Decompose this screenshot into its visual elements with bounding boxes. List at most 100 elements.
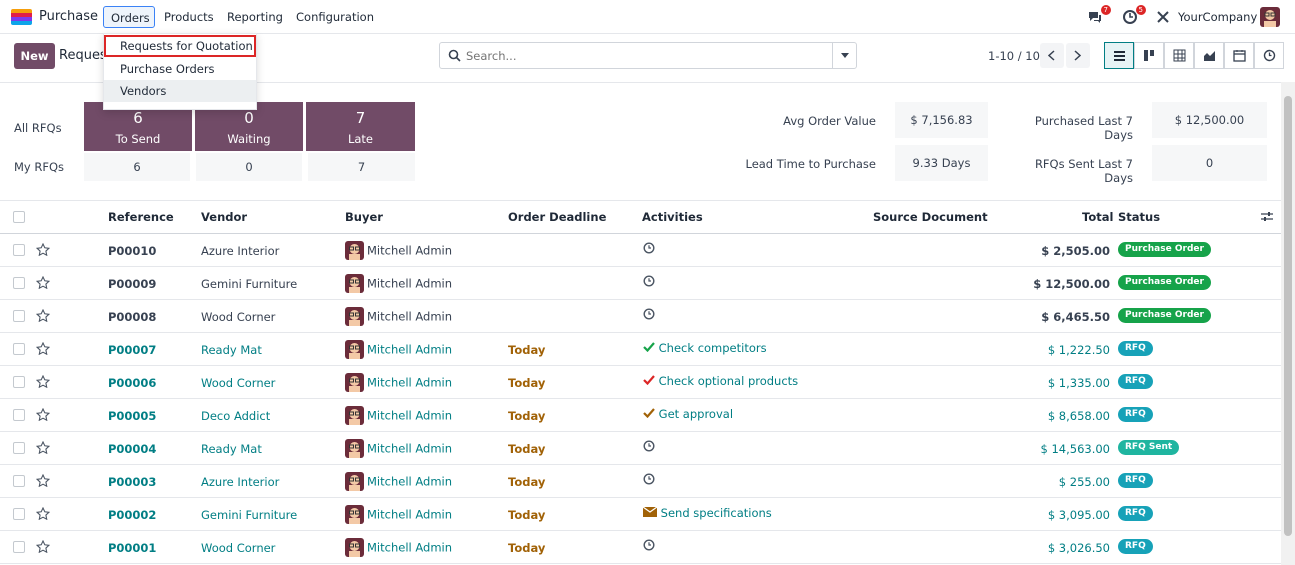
table-row[interactable]: P00007 Ready Mat Mitchell Admin Today Check… xyxy=(0,333,1281,366)
row-vendor[interactable]: Ready Mat xyxy=(201,343,262,357)
table-row[interactable]: P00009 Gemini Furniture Mitchell Admin $ 12… xyxy=(0,267,1281,300)
table-row[interactable]: P00005 Deco Addict Mitchell Admin Today Get… xyxy=(0,399,1281,432)
col-reference[interactable]: Reference xyxy=(108,210,174,224)
row-reference[interactable]: P00008 xyxy=(108,310,156,324)
pager-previous[interactable] xyxy=(1040,43,1064,68)
col-source-document[interactable]: Source Document xyxy=(873,210,988,224)
row-reference[interactable]: P00001 xyxy=(108,541,156,555)
vertical-scrollbar[interactable] xyxy=(1281,82,1295,565)
search-options-toggle[interactable] xyxy=(832,43,856,68)
star-icon[interactable] xyxy=(36,441,50,454)
my-to-send[interactable]: 6 xyxy=(84,153,190,181)
tile-late[interactable]: 7 Late xyxy=(306,102,415,151)
row-checkbox[interactable] xyxy=(13,277,25,289)
pager-next[interactable] xyxy=(1066,43,1090,68)
table-row[interactable]: P00010 Azure Interior Mitchell Admin $ 2,50… xyxy=(0,234,1281,267)
activity-summary[interactable]: Get approval xyxy=(643,407,733,421)
row-buyer[interactable]: Mitchell Admin xyxy=(345,340,452,359)
row-buyer[interactable]: Mitchell Admin xyxy=(345,538,452,557)
user-avatar[interactable] xyxy=(1260,7,1280,27)
row-buyer[interactable]: Mitchell Admin xyxy=(345,307,452,326)
row-reference[interactable]: P00005 xyxy=(108,409,156,423)
col-total[interactable]: Total xyxy=(1082,210,1113,224)
view-calendar[interactable] xyxy=(1224,42,1254,69)
activity-label[interactable]: Check optional products xyxy=(659,374,799,388)
row-checkbox[interactable] xyxy=(13,442,25,454)
menu-products[interactable]: Products xyxy=(164,10,214,24)
activity-summary[interactable]: Send specifications xyxy=(642,506,772,520)
optional-columns-icon[interactable] xyxy=(1261,211,1273,222)
star-icon[interactable] xyxy=(36,309,50,322)
table-row[interactable]: P00004 Ready Mat Mitchell Admin Today $ 14,5… xyxy=(0,432,1281,465)
star-icon[interactable] xyxy=(36,243,50,256)
company-switcher[interactable]: YourCompany xyxy=(1178,10,1257,24)
row-reference[interactable]: P00006 xyxy=(108,376,156,390)
row-checkbox[interactable] xyxy=(13,244,25,256)
row-checkbox[interactable] xyxy=(13,508,25,520)
table-row[interactable]: P00003 Azure Interior Mitchell Admin Today $… xyxy=(0,465,1281,498)
activity-button[interactable] xyxy=(643,473,655,488)
star-icon[interactable] xyxy=(36,474,50,487)
row-buyer[interactable]: Mitchell Admin xyxy=(345,406,452,425)
messages-icon[interactable]: 7 xyxy=(1087,5,1111,25)
table-row[interactable]: P00006 Wood Corner Mitchell Admin Today Che… xyxy=(0,366,1281,399)
row-vendor[interactable]: Ready Mat xyxy=(201,442,262,456)
row-vendor[interactable]: Wood Corner xyxy=(201,376,275,390)
row-vendor[interactable]: Gemini Furniture xyxy=(201,508,297,522)
row-vendor[interactable]: Gemini Furniture xyxy=(201,277,297,291)
row-buyer[interactable]: Mitchell Admin xyxy=(345,505,452,524)
activity-button[interactable] xyxy=(643,539,655,554)
table-row[interactable]: P00001 Wood Corner Mitchell Admin Today $ 3,… xyxy=(0,531,1281,564)
table-row[interactable]: P00008 Wood Corner Mitchell Admin $ 6,465.5… xyxy=(0,300,1281,333)
tools-icon[interactable] xyxy=(1155,9,1171,25)
activity-button[interactable] xyxy=(643,275,655,290)
dropdown-item-vendors[interactable]: Vendors xyxy=(104,80,256,102)
menu-reporting[interactable]: Reporting xyxy=(227,10,283,24)
row-checkbox[interactable] xyxy=(13,409,25,421)
row-checkbox[interactable] xyxy=(13,343,25,355)
search-bar[interactable] xyxy=(439,42,857,69)
view-pivot[interactable] xyxy=(1164,42,1194,69)
row-reference[interactable]: P00003 xyxy=(108,475,156,489)
activity-label[interactable]: Check competitors xyxy=(659,341,767,355)
row-vendor[interactable]: Azure Interior xyxy=(201,475,279,489)
col-vendor[interactable]: Vendor xyxy=(201,210,247,224)
activity-label[interactable]: Send specifications xyxy=(661,506,772,520)
dropdown-item-rfq[interactable]: Requests for Quotation xyxy=(104,35,256,57)
purchase-app-icon[interactable] xyxy=(11,9,32,25)
activity-button[interactable] xyxy=(643,440,655,455)
view-kanban[interactable] xyxy=(1134,42,1164,69)
row-reference[interactable]: P00007 xyxy=(108,343,156,357)
my-late[interactable]: 7 xyxy=(308,153,415,181)
row-checkbox[interactable] xyxy=(13,475,25,487)
star-icon[interactable] xyxy=(36,507,50,520)
row-reference[interactable]: P00002 xyxy=(108,508,156,522)
activity-label[interactable]: Get approval xyxy=(659,407,733,421)
row-reference[interactable]: P00009 xyxy=(108,277,156,291)
star-icon[interactable] xyxy=(36,540,50,553)
star-icon[interactable] xyxy=(36,375,50,388)
row-buyer[interactable]: Mitchell Admin xyxy=(345,274,452,293)
row-checkbox[interactable] xyxy=(13,310,25,322)
row-buyer[interactable]: Mitchell Admin xyxy=(345,439,452,458)
col-order-deadline[interactable]: Order Deadline xyxy=(508,210,606,224)
row-buyer[interactable]: Mitchell Admin xyxy=(345,472,452,491)
row-vendor[interactable]: Deco Addict xyxy=(201,409,270,423)
activity-button[interactable] xyxy=(643,308,655,323)
col-buyer[interactable]: Buyer xyxy=(345,210,383,224)
row-reference[interactable]: P00004 xyxy=(108,442,156,456)
menu-orders[interactable]: Orders xyxy=(103,6,155,28)
activities-icon[interactable]: 5 xyxy=(1122,5,1146,25)
view-list[interactable] xyxy=(1104,42,1134,69)
star-icon[interactable] xyxy=(36,276,50,289)
dropdown-item-purchase-orders[interactable]: Purchase Orders xyxy=(104,58,256,80)
col-activities[interactable]: Activities xyxy=(642,210,703,224)
row-buyer[interactable]: Mitchell Admin xyxy=(345,241,452,260)
activity-button[interactable] xyxy=(643,242,655,257)
select-all-checkbox[interactable] xyxy=(13,211,25,223)
row-checkbox[interactable] xyxy=(13,541,25,553)
activity-summary[interactable]: Check competitors xyxy=(643,341,767,355)
col-status[interactable]: Status xyxy=(1118,210,1160,224)
scrollbar-thumb[interactable] xyxy=(1284,96,1292,536)
row-vendor[interactable]: Wood Corner xyxy=(201,541,275,555)
